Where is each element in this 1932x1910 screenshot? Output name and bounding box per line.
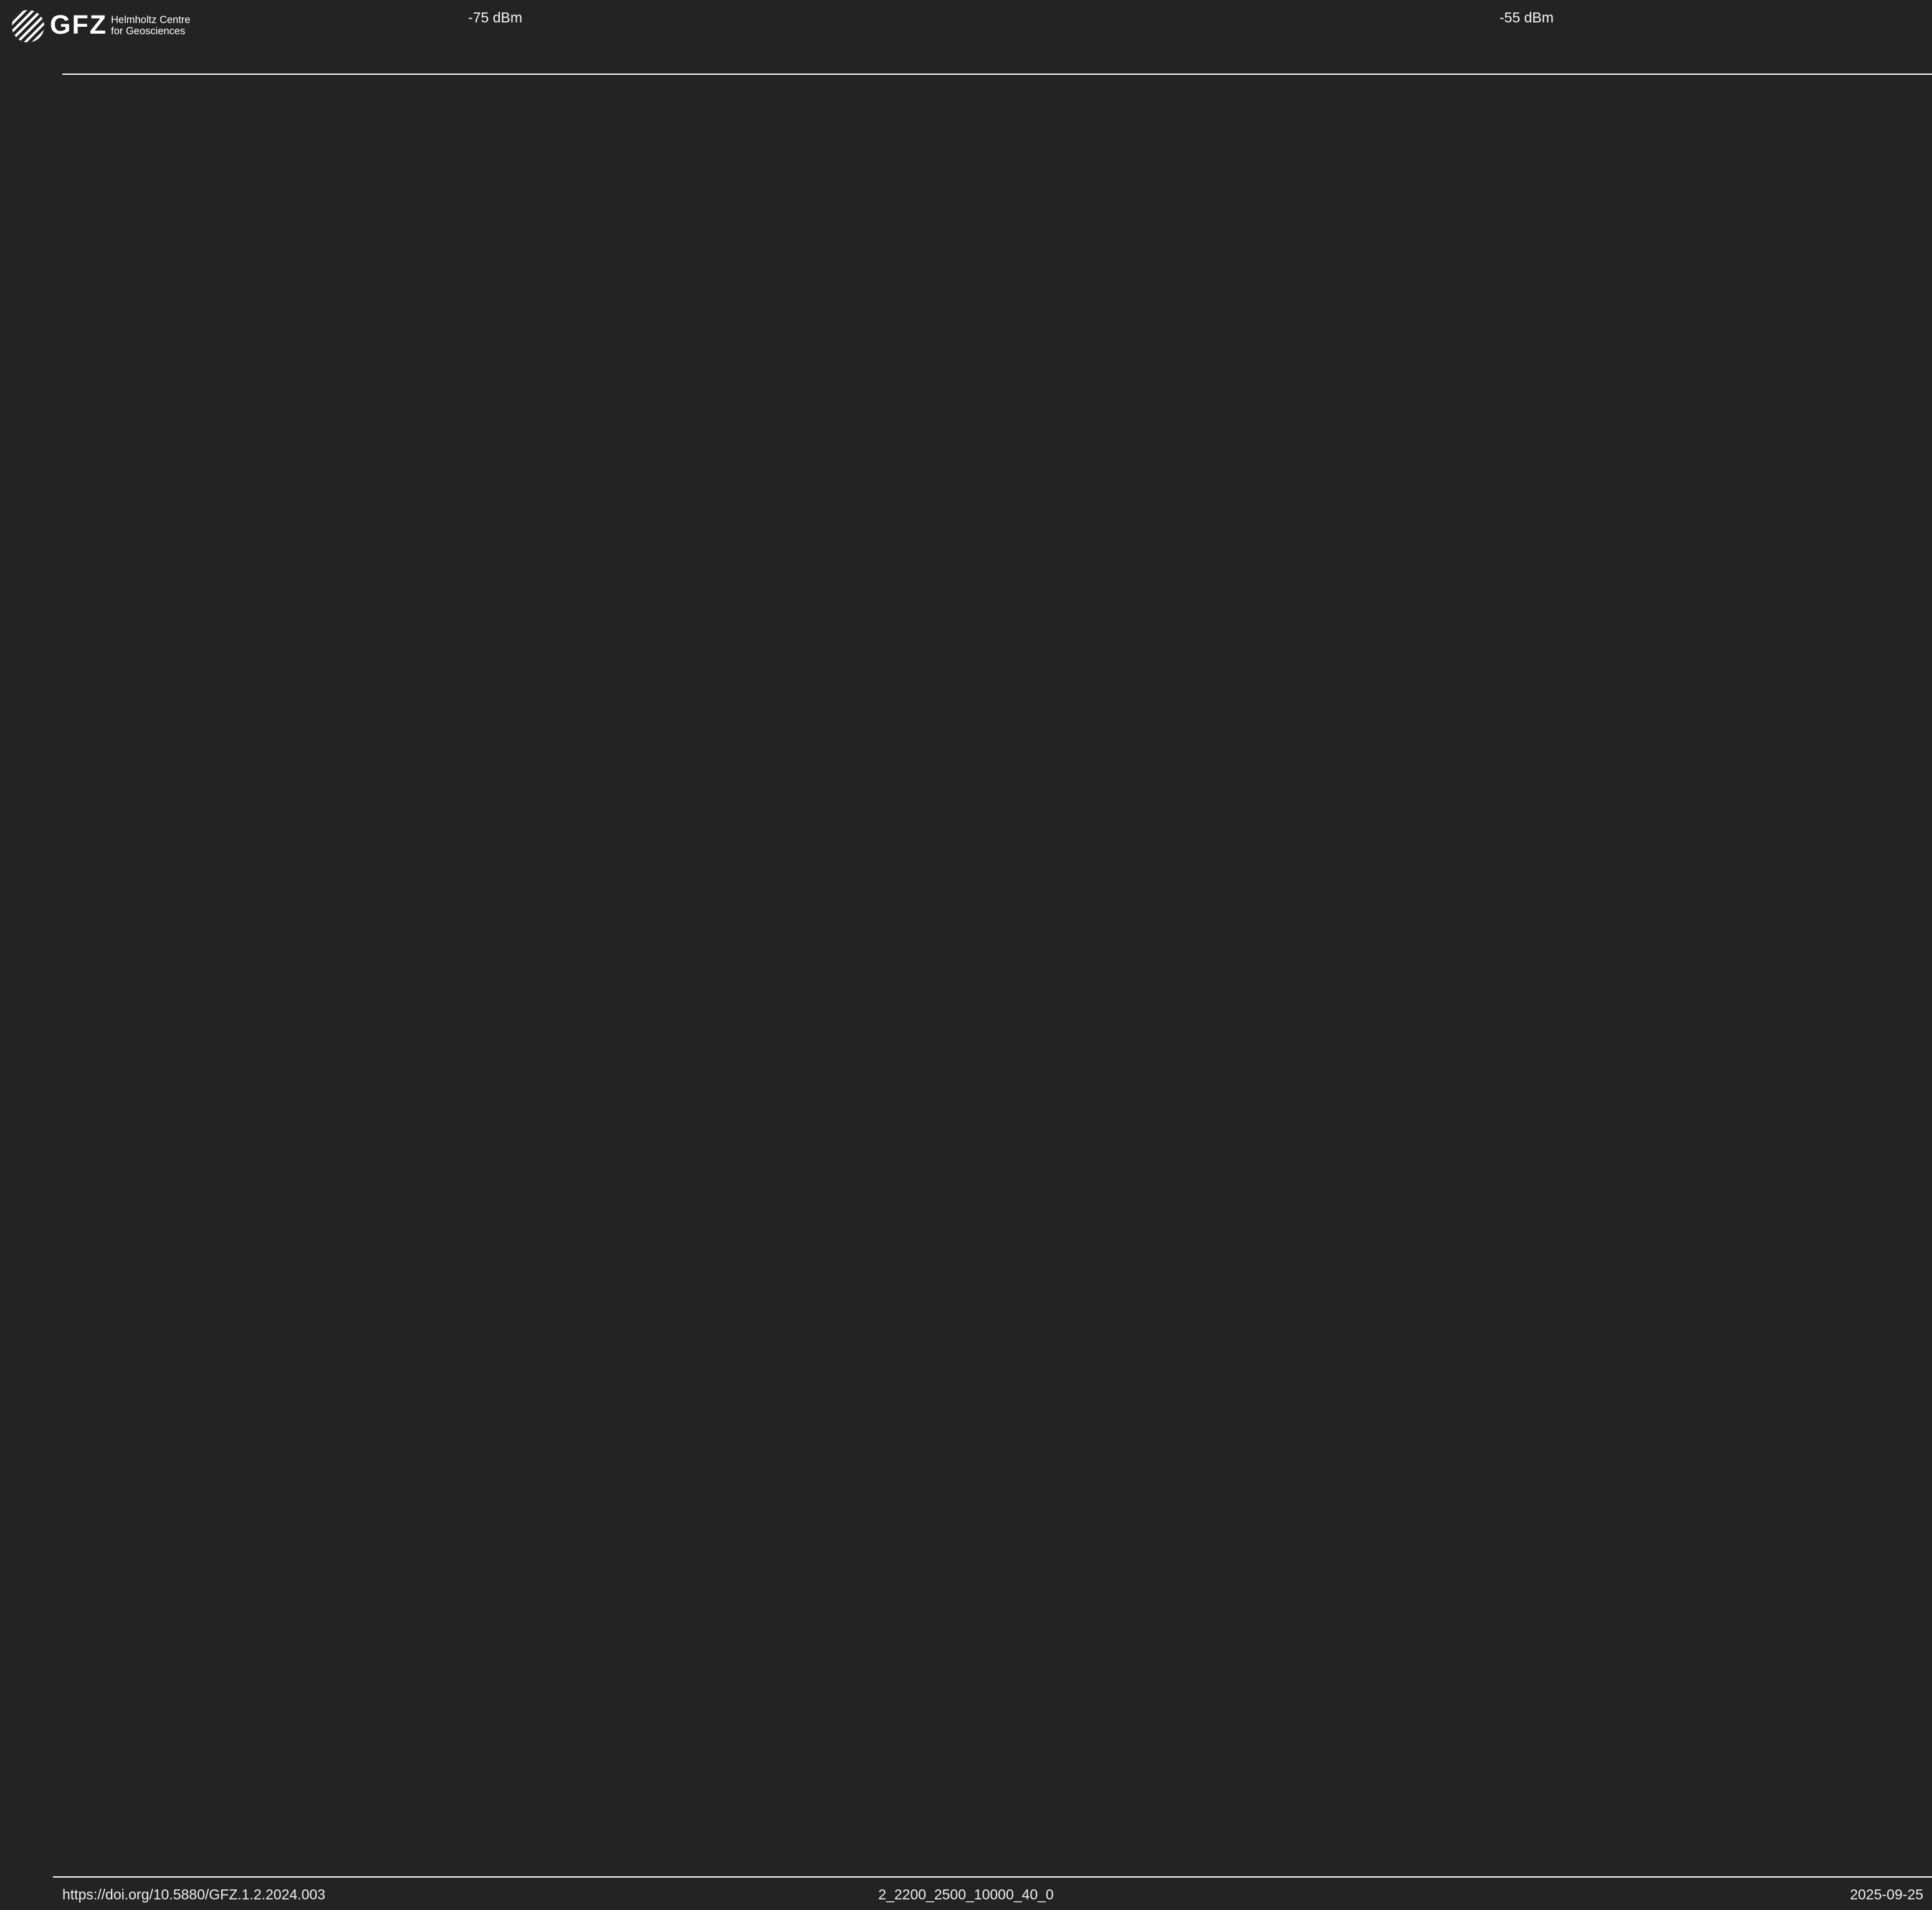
date-label: 2025-09-25 bbox=[1850, 1886, 1923, 1903]
gfz-globe-icon bbox=[5, 3, 51, 49]
logo-name-line1: Helmholtz Centre bbox=[111, 14, 191, 26]
logo-name-line2: for Geosciences bbox=[111, 26, 186, 37]
colorbar-max-label: -55 dBm bbox=[1499, 9, 1554, 26]
logo-name: Helmholtz Centre for Geosciences bbox=[111, 14, 190, 37]
plot-bottom-border bbox=[53, 1876, 1932, 1878]
plot-top-border bbox=[62, 74, 1932, 75]
colorbar-gradient bbox=[531, 10, 1477, 21]
logo-acronym: GFZ bbox=[50, 10, 107, 40]
colorbar-min-label: -75 dBm bbox=[468, 9, 522, 26]
spectrogram-canvas bbox=[62, 75, 1932, 1878]
